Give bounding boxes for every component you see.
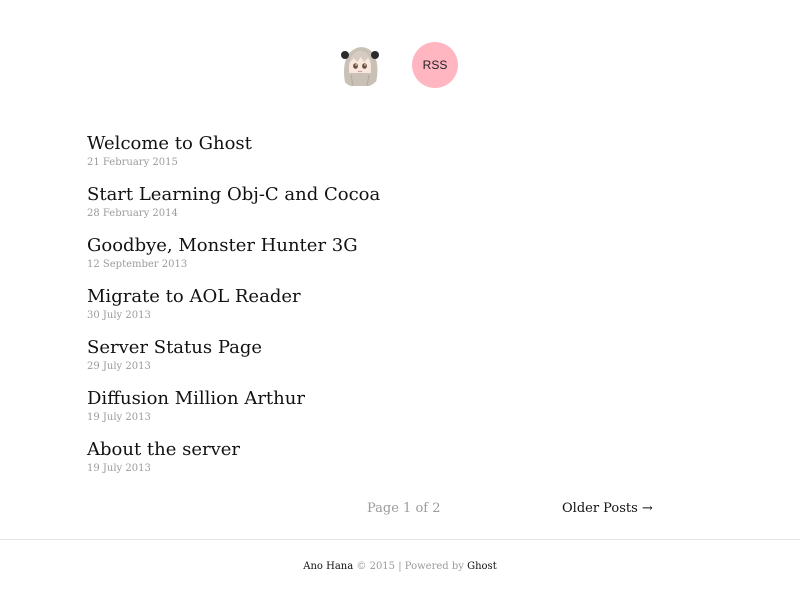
post-date: 29 July 2013	[87, 361, 151, 372]
list-item: Goodbye, Monster Hunter 3G 12 September …	[87, 233, 687, 284]
post-title-link[interactable]: Migrate to AOL Reader	[87, 284, 687, 310]
post-date: 30 July 2013	[87, 310, 151, 321]
list-item: Diffusion Million Arthur 19 July 2013	[87, 386, 687, 437]
post-date: 19 July 2013	[87, 463, 151, 474]
post-title-link[interactable]: About the server	[87, 437, 687, 463]
post-date: 21 February 2015	[87, 157, 178, 168]
pagination: Page 1 of 2 Older Posts →	[0, 499, 800, 519]
list-item: Start Learning Obj-C and Cocoa 28 Februa…	[87, 182, 687, 233]
older-posts-link[interactable]: Older Posts →	[562, 499, 653, 519]
post-title-link[interactable]: Start Learning Obj-C and Cocoa	[87, 182, 687, 208]
avatar[interactable]	[337, 42, 383, 88]
post-title-link[interactable]: Goodbye, Monster Hunter 3G	[87, 233, 687, 259]
site-name-link[interactable]: Ano Hana	[303, 561, 353, 572]
page-number: Page 1 of 2	[367, 501, 441, 516]
blog-page: RSS Welcome to Ghost 21 February 2015 St…	[0, 0, 800, 600]
site-footer: Ano Hana © 2015 | Powered by Ghost	[0, 559, 800, 575]
rss-button[interactable]: RSS	[412, 42, 458, 88]
ghost-link[interactable]: Ghost	[467, 561, 497, 572]
list-item: Server Status Page 29 July 2013	[87, 335, 687, 386]
anime-girl-avatar-icon	[337, 42, 383, 88]
post-date: 19 July 2013	[87, 412, 151, 423]
list-item: Migrate to AOL Reader 30 July 2013	[87, 284, 687, 335]
post-date: 12 September 2013	[87, 259, 188, 270]
copyright-text: © 2015 | Powered by	[356, 561, 464, 572]
post-title-link[interactable]: Diffusion Million Arthur	[87, 386, 687, 412]
list-item: Welcome to Ghost 21 February 2015	[87, 131, 687, 182]
list-item: About the server 19 July 2013	[87, 437, 687, 488]
post-title-link[interactable]: Welcome to Ghost	[87, 131, 687, 157]
post-list: Welcome to Ghost 21 February 2015 Start …	[87, 131, 687, 488]
footer-divider	[0, 539, 800, 540]
post-title-link[interactable]: Server Status Page	[87, 335, 687, 361]
post-date: 28 February 2014	[87, 208, 178, 219]
site-header: RSS	[0, 42, 800, 88]
